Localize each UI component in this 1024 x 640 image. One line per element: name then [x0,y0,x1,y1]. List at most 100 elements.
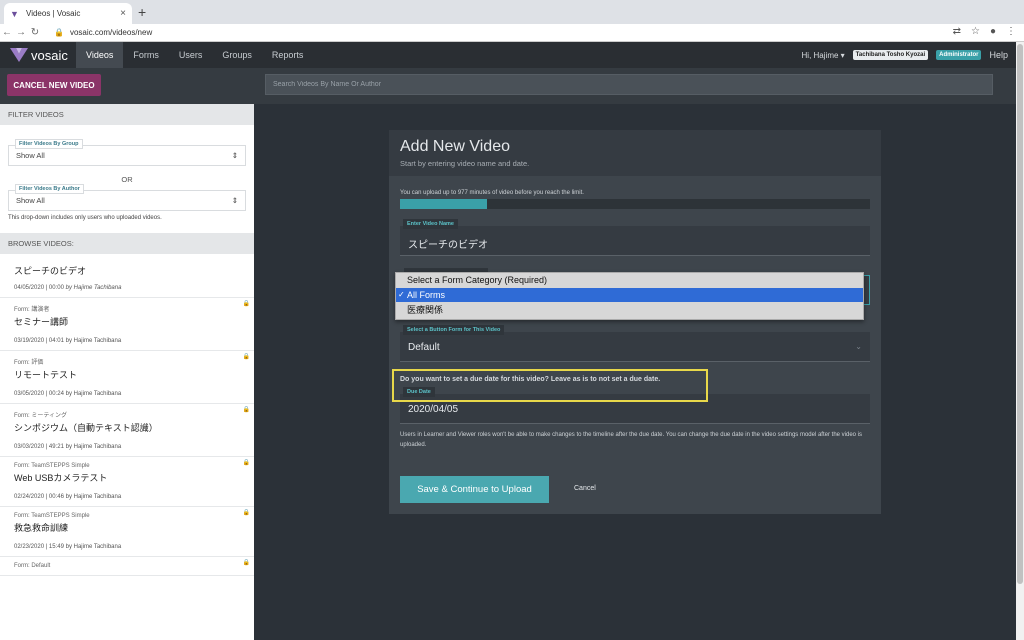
due-date-question: Do you want to set a due date for this v… [400,376,661,383]
profile-icon[interactable]: ● [990,26,996,37]
video-form-name: Form: ミーティング [14,413,67,419]
video-title: リモートテスト [14,370,78,380]
video-name-field[interactable]: Enter Video Name スピーチのビデオ [400,219,870,256]
org-badge: Tachibana Tosho Kyozai [852,50,929,60]
due-date-tooltip-highlight [392,369,708,402]
video-meta: 04/05/2020 | 00:00 by Hajime Tachibana [14,285,240,291]
scrollbar-thumb[interactable] [1017,44,1023,584]
group-filter-value: Show All [16,151,45,160]
upload-limit-progress [400,199,870,209]
lock-icon: 🔒 [242,510,250,516]
video-date: 03/05/2020 | 00:24 [14,391,64,397]
form-category-dropdown-menu: Select a Form Category (Required) ✓ All … [395,272,864,320]
button-form-label: Select a Button Form for This Video [403,325,505,335]
back-icon[interactable]: ← [0,27,14,38]
button-form-select[interactable]: Select a Button Form for This Video Defa… [400,325,870,362]
video-form-name: Form: TeamSTEPPS Simple [14,513,90,519]
lock-icon: 🔒 [242,301,250,307]
browse-videos-heading: BROWSE VIDEOS: [0,233,254,254]
close-tab-icon[interactable]: × [120,8,126,19]
reload-icon[interactable]: ↻ [28,27,42,38]
video-form-name: Form: TeamSTEPPS Simple [14,463,90,469]
video-author: by Hajime Tachibana [65,444,122,450]
video-title: セミナー講師 [14,317,69,327]
or-separator: OR [121,175,133,184]
select-arrows-icon: ⇕ [231,196,238,205]
group-filter-label: Filter Videos By Group [15,139,83,149]
filter-videos-heading: FILTER VIDEOS [0,104,254,125]
translate-icon[interactable]: ⇄ [953,26,961,37]
video-list-item[interactable]: 🔒 Form: 評価 リモートテスト 03/05/2020 | 00:24 by Ha… [0,351,254,404]
dropdown-option-label: All Forms [407,289,445,300]
video-author: by Hajime Tachibana [65,338,122,344]
user-menu[interactable]: Hi, Hajime ▾ [802,51,845,60]
video-date: 03/19/2020 | 04:01 [14,338,64,344]
forward-icon[interactable]: → [14,27,28,38]
upload-limit-text: You can upload up to 977 minutes of vide… [400,190,584,196]
address-bar: ← → ↻ 🔒 vosaic.com/videos/new ⇄ ☆ ● ⋮ [0,24,1024,42]
checkmark-icon: ✓ [398,290,405,300]
page-scrollbar[interactable] [1016,42,1024,640]
progress-fill [400,199,487,209]
bookmark-star-icon[interactable]: ☆ [971,26,980,37]
video-form-name: Form: 講演者 [14,307,50,313]
video-list-item[interactable]: 🔒 Form: Default [0,557,254,576]
cancel-new-video-button[interactable]: CANCEL NEW VIDEO [7,74,101,96]
role-badge: Administrator [936,50,982,60]
dropdown-option[interactable]: 医療関係 [396,302,863,317]
toolbar: CANCEL NEW VIDEO [0,68,1016,104]
lock-icon: 🔒 [242,460,250,466]
video-date: 03/03/2020 | 49:21 [14,444,64,450]
modal-subtitle: Start by entering video name and date. [400,159,530,168]
search-input[interactable] [265,74,993,95]
lock-icon: 🔒 [242,407,250,413]
new-tab-button[interactable]: + [138,4,146,20]
video-title: Web USBカメラテスト [14,473,108,483]
app-navbar: vosaic Videos Forms Users Groups Reports… [0,42,1016,68]
video-meta: 02/23/2020 | 15:49 by Hajime Tachibana [14,544,240,550]
video-form-name: Form: 評価 [14,360,44,366]
help-link[interactable]: Help [989,50,1008,60]
modal-title: Add New Video [400,138,510,155]
nav-forms[interactable]: Forms [123,42,169,68]
video-list-item[interactable]: 🔒 Form: TeamSTEPPS Simple 救急救命訓練 02/23/2020… [0,507,254,557]
video-list-item[interactable]: 🔒 Form: ミーティング シンポジウム（自動テキスト認識） 03/03/2020 … [0,404,254,457]
browser-menu-icon[interactable]: ⋮ [1006,26,1016,37]
dropdown-option[interactable]: Select a Form Category (Required) [396,273,863,288]
video-meta: 02/24/2020 | 00:46 by Hajime Tachibana [14,494,240,500]
author-filter-hint: This drop-down includes only users who u… [8,215,162,221]
video-list-item[interactable]: 🔒 Form: 講演者セミナー講師 03/19/2020 | 04:01 by Ha… [0,298,254,351]
video-author: by Hajime Tachibana [65,494,122,500]
nav-groups[interactable]: Groups [212,42,262,68]
tab-title: Videos | Vosaic [26,9,81,18]
nav-reports[interactable]: Reports [262,42,314,68]
browser-tab-bar: ▼ Videos | Vosaic × + [0,0,1024,24]
lock-icon: 🔒 [54,28,64,37]
video-meta: 03/05/2020 | 00:24 by Hajime Tachibana [14,391,240,397]
video-name-value: スピーチのビデオ [408,240,488,251]
browser-tab[interactable]: ▼ Videos | Vosaic × [4,3,132,24]
add-video-modal: Add New Video Start by entering video na… [389,130,881,514]
video-date: 02/23/2020 | 15:49 [14,544,64,550]
video-list-item[interactable]: スピーチのビデオ 04/05/2020 | 00:00 by Hajime Tac… [0,254,254,298]
chevron-down-icon: ⌄ [855,342,862,351]
author-filter[interactable]: Filter Videos By Author Show All ⇕ [8,184,246,211]
select-arrows-icon: ⇕ [231,151,238,160]
group-filter[interactable]: Filter Videos By Group Show All ⇕ [8,139,246,166]
video-meta: 03/19/2020 | 04:01 by Hajime Tachibana [14,338,240,344]
vosaic-favicon-icon: ▼ [10,8,19,19]
nav-users[interactable]: Users [169,42,213,68]
video-name-label: Enter Video Name [403,219,458,229]
video-form-name: Form: Default [14,563,51,569]
video-title: スピーチのビデオ [14,266,87,276]
video-author: by Hajime Tachibana [65,285,122,291]
vosaic-logo[interactable]: vosaic [0,48,76,63]
author-filter-label: Filter Videos By Author [15,184,84,194]
dropdown-option-selected[interactable]: ✓ All Forms [396,287,863,303]
save-continue-button[interactable]: Save & Continue to Upload [400,476,549,503]
url-field[interactable]: 🔒 vosaic.com/videos/new [54,28,152,37]
video-list-item[interactable]: 🔒 Form: TeamSTEPPS Simple Web USBカメラテスト 02/… [0,457,254,507]
nav-videos[interactable]: Videos [76,42,124,68]
logo-text: vosaic [31,47,68,63]
cancel-link[interactable]: Cancel [574,485,596,492]
